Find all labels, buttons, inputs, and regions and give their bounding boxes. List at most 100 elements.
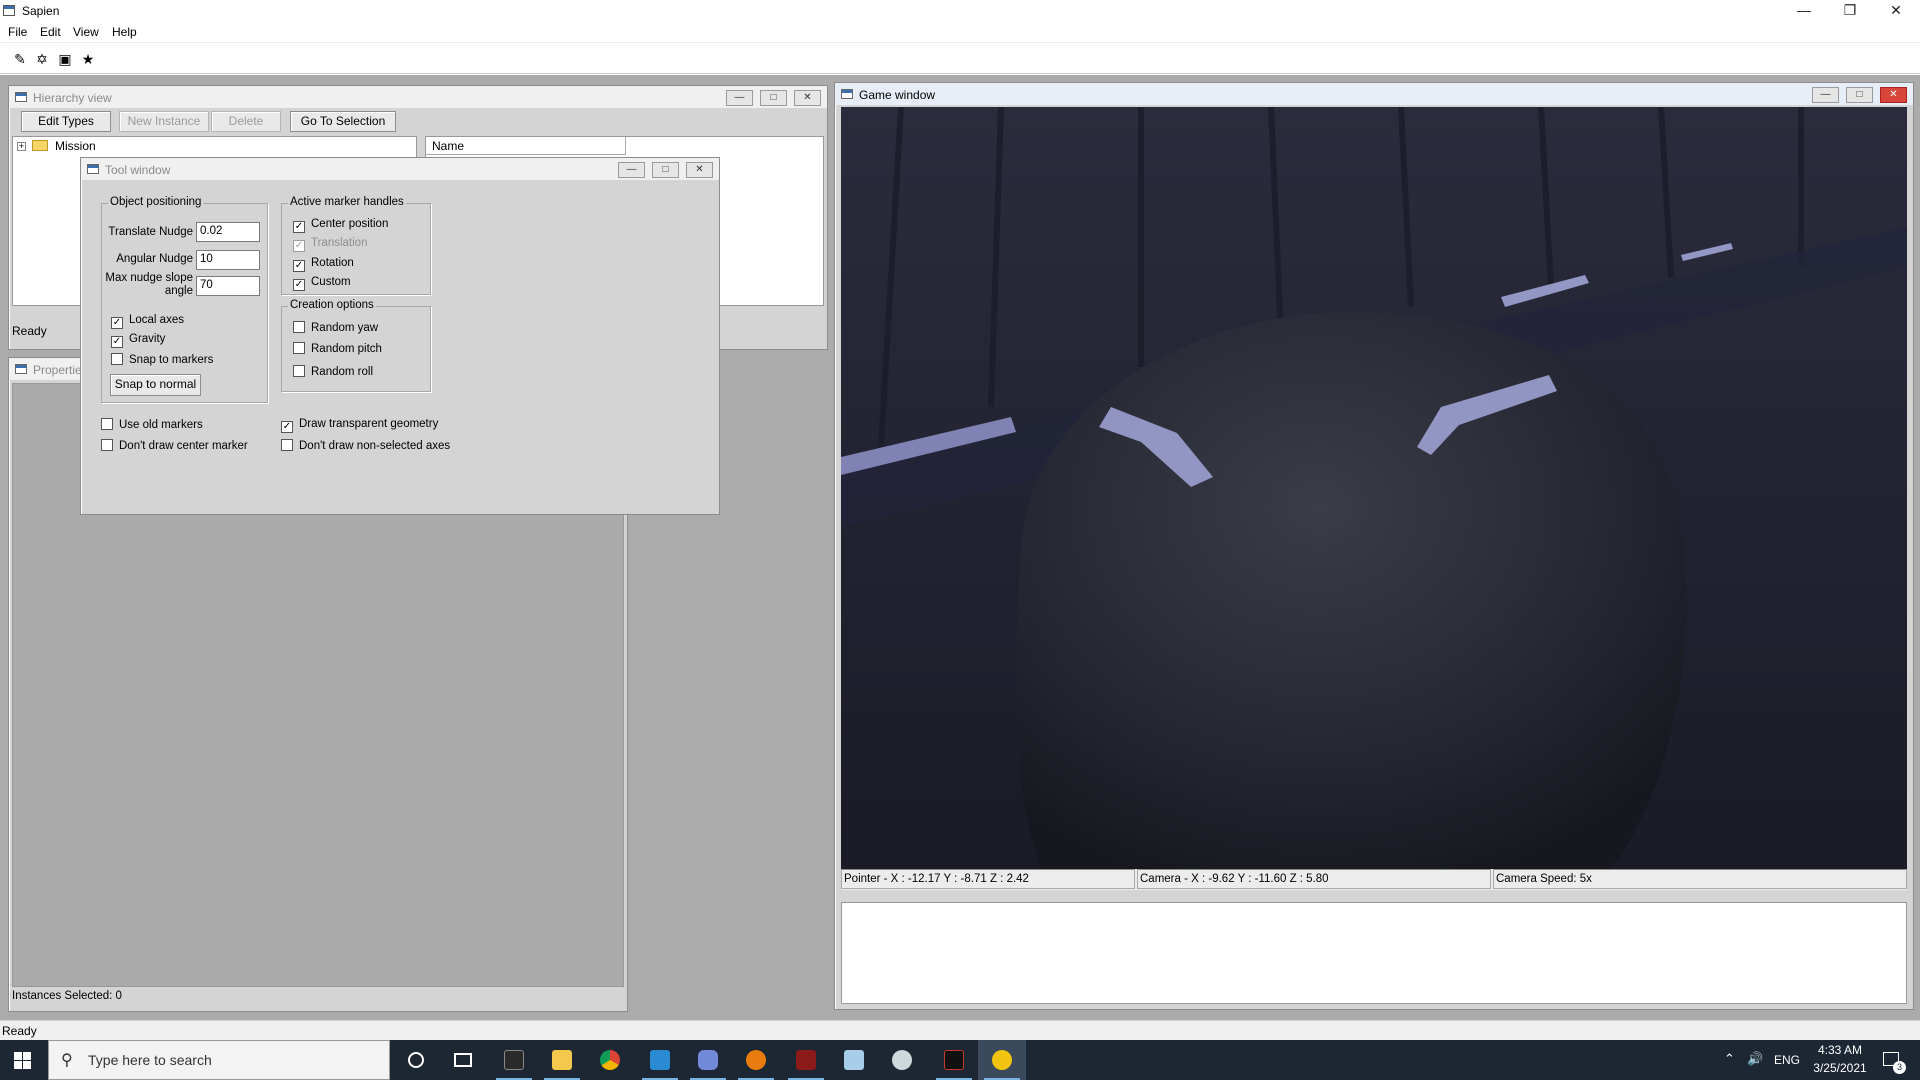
window-icon	[15, 92, 27, 102]
search-placeholder: Type here to search	[88, 1052, 212, 1068]
translate-nudge-input[interactable]: 0.02	[196, 222, 260, 242]
close-icon[interactable]: ✕	[794, 90, 821, 106]
notification-count-badge: 3	[1893, 1061, 1906, 1074]
snap-to-markers-checkbox[interactable]: Snap to markers	[111, 353, 213, 367]
object-positioning-label: Object positioning	[108, 196, 204, 208]
menu-file[interactable]: File	[8, 25, 27, 39]
camera-speed: Camera Speed: 5x	[1493, 869, 1907, 889]
minimize-icon[interactable]: —	[1781, 0, 1827, 22]
menu-help[interactable]: Help	[112, 25, 137, 39]
minimize-icon[interactable]: —	[726, 90, 753, 106]
chevron-up-icon[interactable]: ⌃	[1724, 1051, 1735, 1067]
instances-selected-status: Instances Selected: 0	[12, 990, 122, 1002]
marker-handles-group: Active marker handles ✓ Center position ✓…	[281, 196, 431, 295]
game-status-bar: Pointer - X : -12.17 Y : -8.71 Z : 2.42 …	[841, 869, 1907, 890]
custom-checkbox[interactable]: ✓ Custom	[293, 276, 351, 291]
menu-edit[interactable]: Edit	[40, 25, 61, 39]
new-instance-button[interactable]: New Instance	[119, 111, 209, 132]
clock-date[interactable]: 3/25/2021	[1810, 1061, 1870, 1075]
restore-icon[interactable]: ❐	[1827, 0, 1873, 22]
minimize-icon[interactable]: —	[618, 162, 645, 178]
notepad-icon[interactable]	[830, 1040, 878, 1080]
pencil-icon[interactable]: ✎	[11, 51, 29, 67]
use-old-markers-checkbox[interactable]: Use old markers	[101, 418, 203, 432]
player-icon[interactable]: ★	[79, 51, 97, 67]
dont-draw-center-marker-checkbox[interactable]: Don't draw center marker	[101, 439, 248, 453]
close-icon[interactable]: ✕	[1880, 87, 1907, 103]
angular-nudge-input[interactable]: 10	[196, 250, 260, 270]
expand-icon[interactable]: +	[17, 142, 26, 151]
halo-tool-icon[interactable]	[782, 1040, 830, 1080]
sapien-icon[interactable]	[978, 1040, 1026, 1080]
app-title: Sapien	[22, 4, 60, 18]
folder-icon	[32, 140, 48, 151]
dont-draw-non-selected-axes-checkbox[interactable]: Don't draw non-selected axes	[281, 439, 450, 453]
column-header-name[interactable]: Name	[426, 137, 626, 155]
minimize-icon[interactable]: —	[1812, 87, 1839, 103]
center-position-checkbox[interactable]: ✓ Center position	[293, 218, 388, 233]
max-nudge-label: Max nudge slope	[105, 272, 193, 284]
cortana-icon[interactable]	[392, 1040, 440, 1080]
tool-window: Tool window — □ ✕ Object positioning Trans…	[80, 157, 720, 515]
angular-nudge-label: Angular Nudge	[116, 253, 193, 265]
vscode-icon[interactable]	[636, 1040, 684, 1080]
maximize-icon[interactable]: □	[760, 90, 787, 106]
random-roll-checkbox[interactable]: Random roll	[293, 365, 373, 379]
task-view-icon[interactable]	[440, 1040, 488, 1080]
gravity-checkbox[interactable]: ✓ Gravity	[111, 333, 165, 348]
game-title-bar: Game window — □ ✕	[835, 83, 1913, 105]
app-icon	[3, 5, 15, 16]
search-icon: ⚲	[61, 1052, 73, 1069]
volume-icon[interactable]: 🔊	[1747, 1051, 1763, 1067]
max-nudge-input[interactable]: 70	[196, 276, 260, 296]
hierarchy-title-bar: Hierarchy view — □ ✕	[9, 86, 827, 108]
game-title: Game window	[859, 88, 936, 102]
chrome-icon[interactable]	[586, 1040, 634, 1080]
game-window: Game window — □ ✕ Pointer - X: -12.17 Y…	[834, 82, 1914, 1010]
guerilla-icon[interactable]	[930, 1040, 978, 1080]
creation-options-label: Creation options	[288, 299, 376, 311]
pointer-coordinates: Pointer - X : -12.17 Y : -8.71 Z : 2.42	[841, 869, 1135, 889]
max-nudge-label-line2: angle	[164, 285, 193, 297]
window-icon	[87, 164, 99, 174]
hierarchy-title: Hierarchy view	[33, 91, 112, 105]
camera-icon[interactable]: ▣	[56, 51, 74, 67]
draw-transparent-geometry-checkbox[interactable]: ✓ Draw transparent geometry	[281, 418, 438, 433]
tree-item-mission[interactable]: Mission	[55, 139, 96, 153]
random-pitch-checkbox[interactable]: Random pitch	[293, 342, 382, 356]
close-icon[interactable]: ✕	[686, 162, 713, 178]
toolbar: ✎ ✡ ▣ ★	[0, 44, 1920, 74]
mdi-workspace: Hierarchy view — □ ✕ Edit Types New Instan…	[0, 75, 1920, 1020]
edit-types-button[interactable]: Edit Types	[21, 111, 111, 132]
maximize-icon[interactable]: □	[652, 162, 679, 178]
hierarchy-status: Ready	[12, 324, 47, 338]
window-icon	[15, 364, 27, 374]
object-positioning-group: Object positioning Translate Nudge 0.02 …	[101, 196, 268, 403]
local-axes-checkbox[interactable]: ✓ Local axes	[111, 314, 184, 329]
maximize-icon[interactable]: □	[1846, 87, 1873, 103]
rotation-checkbox[interactable]: ✓ Rotation	[293, 257, 354, 272]
windows-start-icon[interactable]	[14, 1052, 31, 1069]
random-yaw-checkbox[interactable]: Random yaw	[293, 321, 378, 335]
game-viewport[interactable]	[841, 107, 1907, 869]
clock-time[interactable]: 4:33 AM	[1815, 1043, 1865, 1057]
tool-title-bar: Tool window — □ ✕	[81, 158, 719, 180]
close-icon[interactable]: ✕	[1873, 0, 1919, 22]
file-explorer-icon[interactable]	[538, 1040, 586, 1080]
go-to-selection-button[interactable]: Go To Selection	[290, 111, 396, 132]
game-console[interactable]	[841, 902, 1907, 1004]
pathfinding-icon[interactable]: ✡	[33, 51, 51, 67]
paint-icon[interactable]	[878, 1040, 926, 1080]
tool-title: Tool window	[105, 163, 171, 177]
terminal-icon[interactable]	[490, 1040, 538, 1080]
marker-handles-label: Active marker handles	[288, 196, 406, 208]
blender-icon[interactable]	[732, 1040, 780, 1080]
delete-button[interactable]: Delete	[211, 111, 281, 132]
taskbar: ⚲ Type here to search ⌃ 🔊 ENG 4:33 AM 3/…	[0, 1040, 1920, 1080]
language-indicator[interactable]: ENG	[1774, 1053, 1800, 1067]
snap-to-normal-button[interactable]: Snap to normal	[110, 374, 201, 396]
menu-view[interactable]: View	[73, 25, 99, 39]
window-icon	[841, 89, 853, 99]
taskbar-search-box[interactable]: ⚲ Type here to search	[48, 1040, 390, 1080]
discord-icon[interactable]	[684, 1040, 732, 1080]
